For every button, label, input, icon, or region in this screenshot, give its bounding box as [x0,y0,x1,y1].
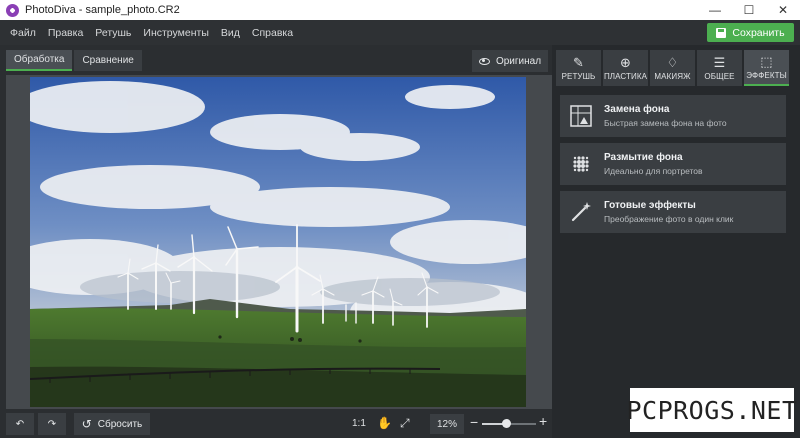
undo-icon: ↶ [15,418,25,430]
tab-liquify[interactable]: ⊕ ПЛАСТИКА [603,50,648,86]
reset-button-label: Сбросить [97,418,143,430]
tab-effects[interactable]: ⬚ ЭФФЕКТЫ [744,50,789,86]
maximize-button[interactable]: ☐ [732,0,766,20]
effect-title: Замена фона [604,104,670,115]
effect-desc: Идеально для портретов [604,166,703,176]
blur-icon [568,151,594,177]
minimize-button[interactable]: — [698,0,732,20]
menu-bar: Файл Правка Ретушь Инструменты Вид Справ… [0,20,800,45]
wind-farm-photo [30,77,526,407]
hand-icon[interactable]: ✋ [377,416,392,430]
window-title: PhotoDiva - sample_photo.CR2 [25,4,180,16]
zoom-out-button[interactable]: − [470,414,478,430]
save-button-label: Сохранить [732,26,785,39]
effect-desc: Быстрая замена фона на фото [604,118,727,128]
effect-title: Размытие фона [604,152,683,163]
reset-button[interactable]: ↺ Сбросить [74,413,150,435]
tab-comparison[interactable]: Сравнение [74,50,142,71]
tab-effects-label: ЭФФЕКТЫ [746,70,787,80]
tab-liquify-label: ПЛАСТИКА [603,71,648,81]
liquify-icon: ⊕ [620,54,631,70]
canvas-area[interactable] [6,75,552,409]
effects-list: Замена фона Быстрая замена фона на фото … [560,95,786,239]
photo-preview[interactable] [30,77,526,407]
effects-icon: ⬚ [760,53,773,69]
menu-edit[interactable]: Правка [48,27,83,39]
original-button-label: Оригинал [495,55,542,67]
close-button[interactable]: ✕ [766,0,800,20]
fit-screen-icon[interactable]: ⤢ [400,416,410,431]
save-disk-icon [716,27,727,38]
view-tabs: Обработка Сравнение [6,50,144,71]
reset-icon: ↺ [81,417,92,431]
menu-help[interactable]: Справка [252,27,293,39]
tab-retouch[interactable]: ✎ РЕТУШЬ [556,50,601,86]
redo-button[interactable]: ↷ [38,413,66,435]
tab-general-label: ОБЩЕЕ [704,71,735,81]
undo-button[interactable]: ↶ [6,413,34,435]
zoom-slider-thumb[interactable] [501,419,511,428]
menu-retouch[interactable]: Ретушь [95,27,131,39]
effect-title: Готовые эффекты [604,200,696,211]
bottom-toolbar: ↶ ↷ ↺ Сбросить 1:1 ✋ ⤢ 12% − + [0,410,552,438]
right-panel-tabs: ✎ РЕТУШЬ ⊕ ПЛАСТИКА ♢ МАКИЯЖ ☰ ОБЩЕЕ ⬚ Э… [556,50,791,86]
window-controls: — ☐ ✕ [698,0,800,20]
retouch-icon: ✎ [573,54,584,70]
right-panel: ✎ РЕТУШЬ ⊕ ПЛАСТИКА ♢ МАКИЯЖ ☰ ОБЩЕЕ ⬚ Э… [552,45,800,438]
workspace: Обработка Сравнение Оригинал [0,45,552,410]
redo-icon: ↷ [47,418,57,430]
save-button[interactable]: Сохранить [707,23,794,42]
menu-tools[interactable]: Инструменты [143,27,208,39]
tab-general[interactable]: ☰ ОБЩЕЕ [697,50,742,86]
tab-processing[interactable]: Обработка [6,50,73,71]
magic-wand-icon [568,199,594,225]
makeup-icon: ♢ [666,54,679,70]
tab-retouch-label: РЕТУШЬ [561,71,596,81]
menu-file[interactable]: Файл [10,27,36,39]
title-bar: PhotoDiva - sample_photo.CR2 — ☐ ✕ [0,0,800,20]
original-button[interactable]: Оригинал [472,50,548,72]
watermark: PCPROGS.NET [626,388,797,432]
eye-icon [478,57,490,65]
adjustments-icon: ☰ [713,54,726,70]
zoom-level[interactable]: 12% [430,414,464,434]
effect-background-blur[interactable]: Размытие фона Идеально для портретов [560,143,786,185]
tab-makeup[interactable]: ♢ МАКИЯЖ [650,50,695,86]
actual-size-button[interactable]: 1:1 [352,418,366,429]
app-logo-icon [6,3,19,17]
effect-desc: Преображение фото в один клик [604,214,734,224]
tab-makeup-label: МАКИЯЖ [654,71,691,81]
background-replace-icon [568,103,594,129]
effect-presets[interactable]: Готовые эффекты Преображение фото в один… [560,191,786,233]
zoom-slider[interactable] [482,419,536,428]
menu-view[interactable]: Вид [221,27,240,39]
effect-background-replace[interactable]: Замена фона Быстрая замена фона на фото [560,95,786,137]
zoom-in-button[interactable]: + [539,413,547,429]
